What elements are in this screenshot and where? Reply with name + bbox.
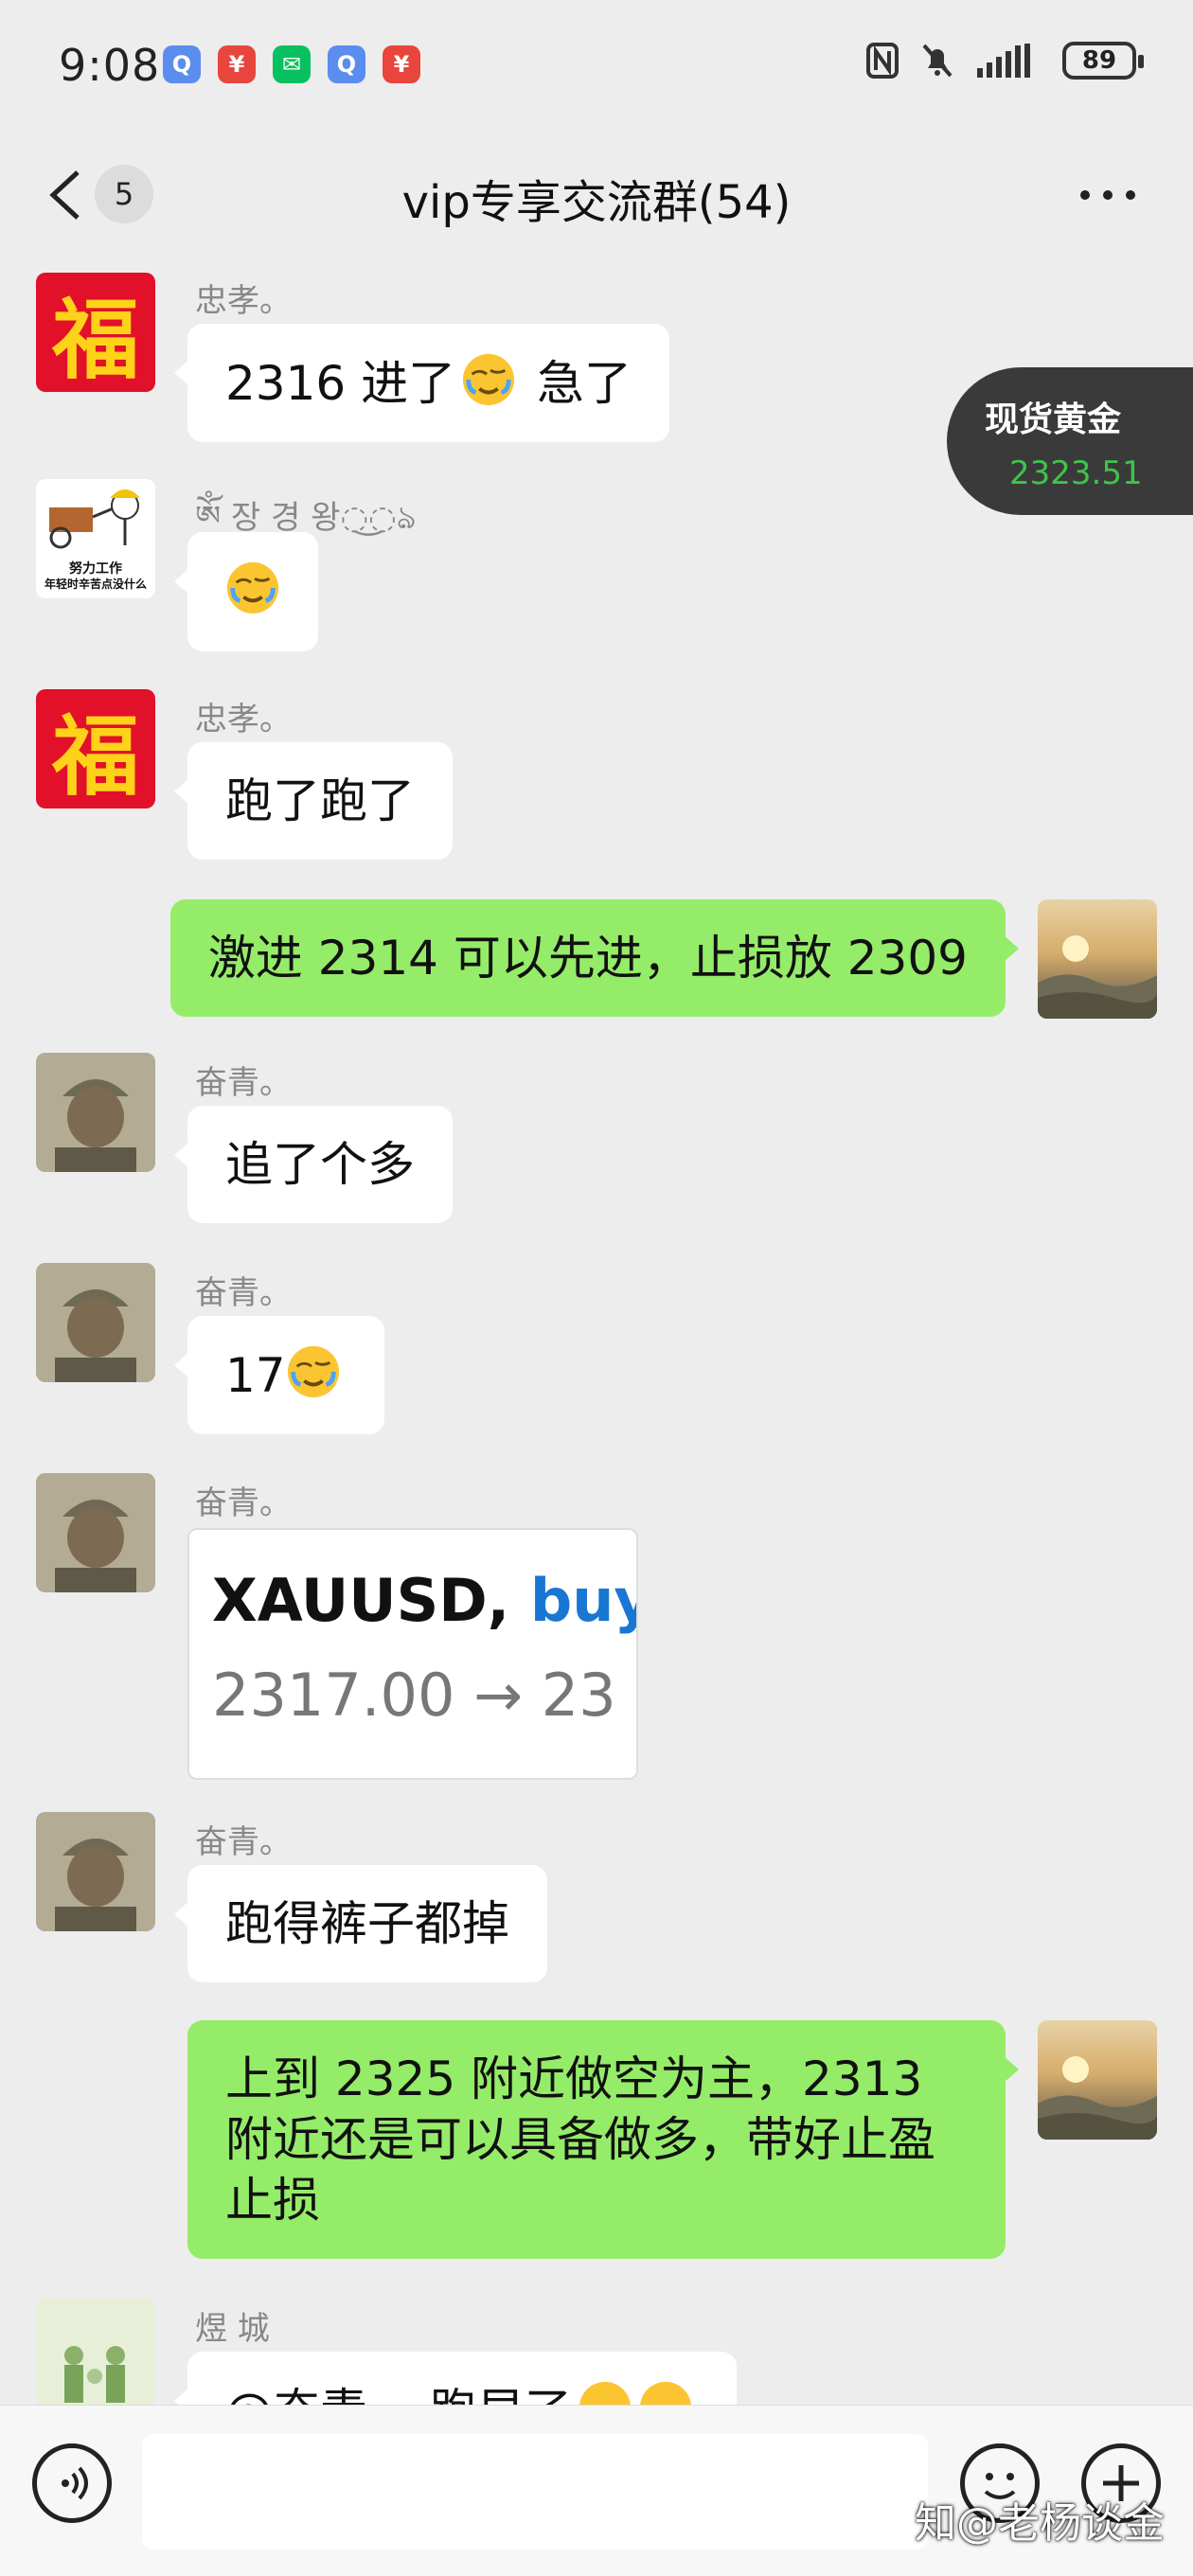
message-bubble[interactable] bbox=[174, 532, 318, 651]
signal-icon bbox=[977, 44, 1030, 78]
wechat-icon: ✉ bbox=[273, 45, 311, 83]
message-bubble[interactable]: 追了个多 bbox=[174, 1106, 453, 1223]
soldier-photo-icon bbox=[36, 1053, 155, 1172]
gold-price-widget[interactable]: 现货黄金 2323.51 bbox=[947, 367, 1193, 515]
gold-widget-label: 现货黄金 bbox=[985, 400, 1122, 439]
message-bubble[interactable]: 17 bbox=[174, 1316, 384, 1434]
image-text: buy 2 bbox=[529, 1566, 636, 1635]
soldier-photo-icon bbox=[36, 1473, 155, 1592]
avatar-fu[interactable]: 福 bbox=[36, 273, 155, 392]
red-packet-icon: ¥ bbox=[218, 45, 256, 83]
sender-name: 奋青。 bbox=[195, 1064, 292, 1102]
message-text: 急了 bbox=[522, 356, 632, 411]
facepalm-crying-emoji-icon bbox=[287, 1345, 339, 1398]
voice-input-button[interactable] bbox=[32, 2443, 112, 2523]
image-text: 2317.00 → 23 bbox=[212, 1661, 616, 1730]
message-input[interactable] bbox=[142, 2434, 928, 2549]
avatar-soldier[interactable] bbox=[36, 1473, 155, 1592]
message-bubble[interactable]: 跑得裤子都掉 bbox=[174, 1865, 547, 1982]
laughing-emoji-icon bbox=[640, 2381, 691, 2405]
family-photo-icon bbox=[36, 2299, 155, 2405]
avatar-fu[interactable]: 福 bbox=[36, 689, 155, 808]
message-text: 跑得裤子都掉 bbox=[225, 1896, 509, 1951]
avatar-family[interactable] bbox=[36, 2299, 155, 2405]
soldier-photo-icon bbox=[36, 1812, 155, 1931]
facepalm-crying-emoji-icon bbox=[226, 561, 279, 614]
message-text: 跑了跑了 bbox=[225, 773, 415, 828]
watermark-text: 知@老杨谈金 bbox=[915, 2499, 1165, 2548]
image-text: XAUUSD, bbox=[212, 1566, 530, 1635]
sunrise-landscape-icon bbox=[1038, 2056, 1157, 2140]
sunrise-landscape-icon bbox=[1038, 935, 1157, 1019]
laughing-emoji-icon bbox=[579, 2381, 631, 2405]
qq-icon: Q bbox=[163, 45, 201, 83]
avatar-worker[interactable]: 努力工作 年轻时辛苦点没什么 bbox=[36, 479, 155, 598]
mute-bell-icon bbox=[922, 44, 953, 78]
clock: 9:08 bbox=[59, 40, 161, 91]
avatar-soldier[interactable] bbox=[36, 1053, 155, 1172]
sender-name: 忠孝。 bbox=[195, 282, 292, 320]
input-bar: 知@老杨谈金 bbox=[0, 2405, 1193, 2576]
image-message[interactable]: XAUUSD, buy 2 2317.00 → 23 bbox=[187, 1528, 638, 1780]
message-text: @奋青。 跑早了 bbox=[225, 2384, 572, 2405]
message-text: 激进 2314 可以先进，止损放 2309 bbox=[207, 931, 968, 986]
avatar-caption: 努力工作 bbox=[69, 561, 122, 577]
message-bubble[interactable]: 2316 进了 急了 bbox=[173, 324, 670, 442]
soldier-photo-icon bbox=[36, 1263, 155, 1382]
red-packet-icon: ¥ bbox=[383, 45, 420, 83]
sender-name: 奋青。 bbox=[195, 1823, 292, 1861]
chat-header: 5 vip专享交流群(54) bbox=[0, 133, 1193, 256]
message-bubble-outgoing[interactable]: 激进 2314 可以先进，止损放 2309 bbox=[169, 899, 1020, 1017]
sender-name: 煜 城 bbox=[195, 2310, 270, 2348]
qq-icon: Q bbox=[328, 45, 365, 83]
avatar-self[interactable] bbox=[1038, 899, 1157, 1019]
worker-cartoon-icon bbox=[49, 489, 140, 549]
message-bubble[interactable]: @奋青。 跑早了 bbox=[174, 2352, 737, 2405]
sender-name: 忠孝。 bbox=[195, 701, 292, 738]
avatar-soldier[interactable] bbox=[36, 1263, 155, 1382]
message-bubble-outgoing[interactable]: 上到 2325 附近做空为主，2313 附近还是可以具备做多，带好止盈止损 bbox=[187, 2020, 1019, 2259]
message-bubble[interactable]: 跑了跑了 bbox=[174, 742, 453, 860]
message-text: 上到 2325 附近做空为主，2313 附近还是可以具备做多，带好止盈止损 bbox=[225, 2052, 935, 2228]
message-list[interactable]: 福 忠孝。 2316 进了 急了 努力工作 年轻时辛苦点没什么 ༀ 장 경 왕◌… bbox=[0, 256, 1193, 2405]
avatar-self[interactable] bbox=[1038, 2020, 1157, 2140]
more-options-icon[interactable] bbox=[1079, 189, 1136, 201]
gold-widget-price: 2323.51 bbox=[1009, 454, 1143, 492]
sender-name: 奋青。 bbox=[195, 1484, 292, 1522]
sender-name: 奋青。 bbox=[195, 1274, 292, 1312]
battery-indicator: 89 bbox=[1062, 42, 1144, 80]
message-text: 17 bbox=[225, 1348, 286, 1403]
message-text: 追了个多 bbox=[225, 1137, 415, 1192]
message-text: 2316 进了 bbox=[225, 356, 456, 411]
facepalm-crying-emoji-icon bbox=[463, 353, 515, 406]
avatar-soldier[interactable] bbox=[36, 1812, 155, 1931]
voice-wave-icon bbox=[62, 2466, 88, 2500]
nfc-icon bbox=[866, 43, 899, 79]
chat-title: vip专享交流群(54) bbox=[401, 176, 792, 229]
status-bar: 9:08 Q ¥ ✉ Q ¥ 89 bbox=[0, 0, 1193, 133]
avatar-caption: 年轻时辛苦点没什么 bbox=[44, 577, 147, 591]
